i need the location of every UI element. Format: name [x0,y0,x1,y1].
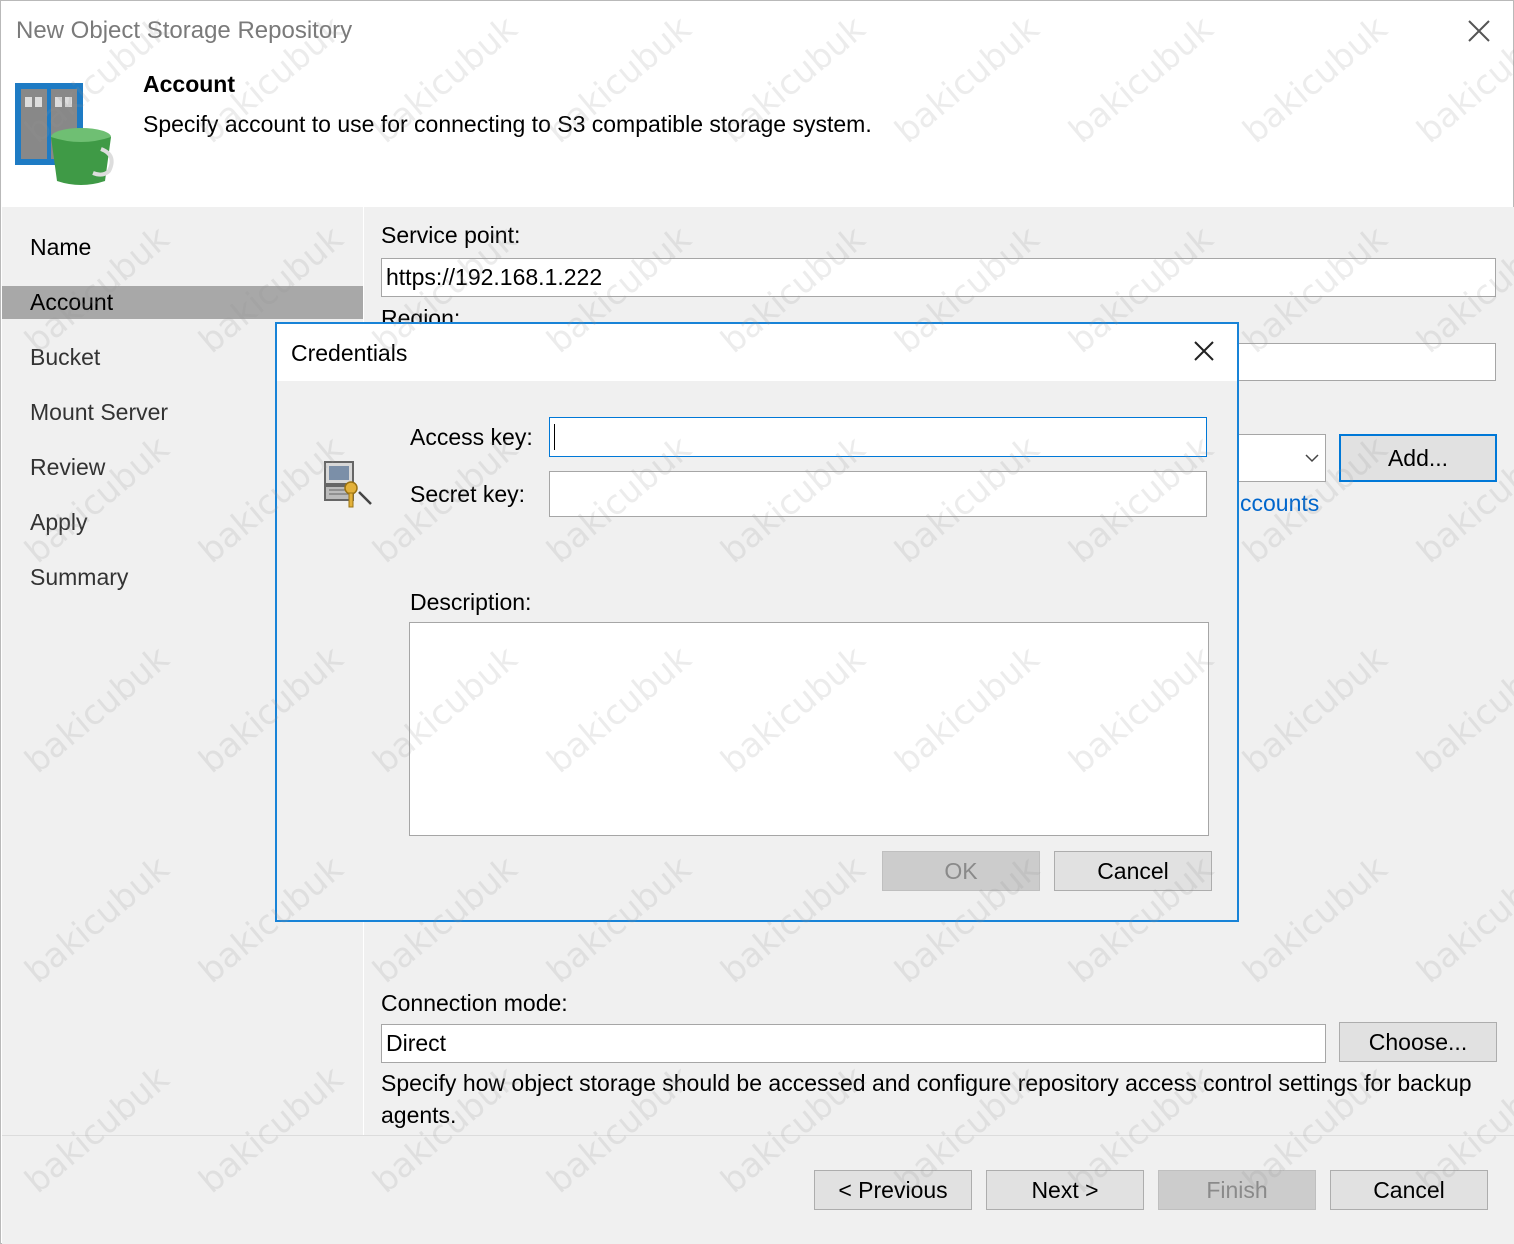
connection-mode-field: Direct [381,1024,1326,1063]
finish-button[interactable]: Finish [1158,1170,1316,1210]
connection-mode-help-text: Specify how object storage should be acc… [381,1070,1472,1128]
manage-cloud-accounts-link[interactable]: ccounts [1240,490,1319,517]
credentials-dropdown[interactable] [1234,434,1326,482]
secret-key-input[interactable] [549,471,1207,517]
previous-button[interactable]: < Previous [814,1170,972,1210]
text-cursor [554,424,555,450]
credentials-dialog: Credentials Access key: Secret key: Desc… [275,322,1239,922]
object-storage-bucket-icon [13,81,117,187]
service-point-input[interactable]: https://192.168.1.222 [381,258,1496,297]
region-input[interactable] [1234,343,1496,381]
sidebar-item-account[interactable]: Account [2,286,363,319]
sidebar-item-name[interactable]: Name [2,231,363,264]
region-label: Region: [381,305,461,323]
dialog-cancel-button[interactable]: Cancel [1054,851,1212,891]
window-title: New Object Storage Repository [16,17,353,44]
choose-connection-mode-button[interactable]: Choose... [1339,1022,1497,1062]
ok-button[interactable]: OK [882,851,1040,891]
cancel-button[interactable]: Cancel [1330,1170,1488,1210]
dialog-title: Credentials [291,340,408,366]
access-key-input[interactable] [549,417,1207,457]
page-description: Specify account to use for connecting to… [143,111,872,137]
add-credentials-button[interactable]: Add... [1339,434,1497,482]
credentials-key-icon [323,460,375,512]
access-key-label: Access key: [410,424,533,450]
description-label: Description: [410,589,532,615]
window-close-icon[interactable] [1463,15,1495,47]
secret-key-label: Secret key: [410,481,526,507]
wizard-footer: < Previous Next > Finish Cancel [2,1135,1514,1244]
dialog-close-icon[interactable] [1191,338,1217,364]
dialog-title-bar: Credentials [277,324,1237,381]
connection-mode-label: Connection mode: [381,990,568,1016]
chevron-down-icon [1305,454,1319,463]
next-button[interactable]: Next > [986,1170,1144,1210]
description-textarea[interactable] [409,622,1209,836]
service-point-label: Service point: [381,222,521,248]
page-title: Account [143,71,235,97]
